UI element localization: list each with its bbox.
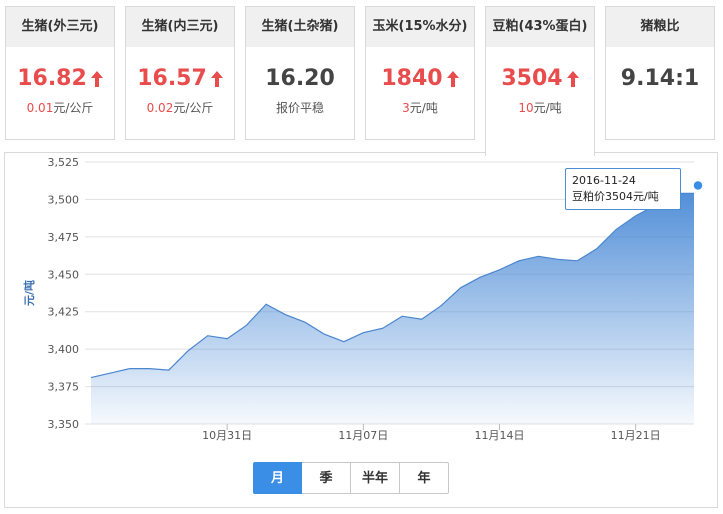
up-arrow-icon: [90, 71, 103, 87]
card-value: 1840: [381, 66, 443, 91]
change-unit: 元/公斤: [173, 101, 214, 115]
card-title: 生猪(内三元): [126, 7, 234, 47]
x-tick-label: 11月21日: [611, 429, 661, 442]
up-arrow-icon: [446, 71, 459, 87]
x-tick-label: 11月07日: [338, 429, 388, 442]
up-arrow-icon: [210, 71, 223, 87]
card-value: 16.82: [17, 66, 87, 91]
card-value: 16.20: [265, 66, 335, 91]
price-card[interactable]: 生猪(内三元) 16.57 0.02元/公斤: [125, 6, 235, 140]
card-value-row: 16.82: [6, 65, 114, 93]
price-card[interactable]: 生猪(土杂猪) 16.20 报价平稳: [245, 6, 355, 140]
y-tick-label: 3,500: [48, 193, 80, 206]
change-amount: 0.01: [26, 101, 54, 115]
card-value: 16.57: [137, 66, 207, 91]
tooltip-date: 2016-11-24: [572, 174, 636, 187]
card-value-row: 16.20: [246, 65, 354, 93]
y-tick-label: 3,475: [48, 231, 80, 244]
card-value-row: 3504: [486, 65, 594, 93]
series-area: [91, 193, 694, 424]
range-month-button[interactable]: 月: [253, 462, 302, 494]
x-tick-label: 10月31日: [202, 429, 252, 442]
range-year-button[interactable]: 年: [400, 462, 449, 494]
price-card[interactable]: 生猪(外三元) 16.82 0.01元/公斤: [5, 6, 115, 140]
card-change: 报价平稳: [246, 99, 354, 116]
y-tick-label: 3,350: [48, 418, 80, 431]
y-tick-label: 3,525: [48, 156, 80, 169]
card-title: 猪粮比: [606, 7, 714, 47]
card-value: 3504: [501, 66, 563, 91]
card-value-row: 16.57: [126, 65, 234, 93]
x-tick-label: 11月14日: [474, 429, 524, 442]
range-quarter-button[interactable]: 季: [302, 462, 351, 494]
y-tick-label: 3,400: [48, 343, 80, 356]
card-title: 生猪(外三元): [6, 7, 114, 47]
card-change: 10元/吨: [486, 99, 594, 116]
change-amount: 3: [402, 101, 410, 115]
card-value: 9.14:1: [620, 66, 700, 91]
range-halfyear-button[interactable]: 半年: [351, 462, 400, 494]
card-change: 3元/吨: [366, 99, 474, 116]
change-unit: 元/吨: [409, 101, 438, 115]
card-value-row: 9.14:1: [606, 65, 714, 93]
change-amount: 0.02: [146, 101, 174, 115]
card-title: 豆粕(43%蛋白): [486, 7, 594, 47]
y-axis-title: 元/吨: [22, 280, 36, 306]
card-change: 0.01元/公斤: [6, 99, 114, 116]
card-change: 0.02元/公斤: [126, 99, 234, 116]
change-unit: 报价平稳: [275, 101, 324, 115]
price-card[interactable]: 豆粕(43%蛋白) 3504 10元/吨: [485, 6, 595, 156]
card-title: 玉米(15%水分): [366, 7, 474, 47]
y-tick-label: 3,375: [48, 381, 80, 394]
change-unit: 元/公斤: [53, 101, 94, 115]
price-card[interactable]: 猪粮比 9.14:1: [605, 6, 715, 140]
change-unit: 元/吨: [533, 101, 562, 115]
highlight-point: [692, 179, 704, 192]
up-arrow-icon: [566, 71, 579, 87]
card-title: 生猪(土杂猪): [246, 7, 354, 47]
y-tick-label: 3,450: [48, 268, 80, 281]
y-tick-label: 3,425: [48, 306, 80, 319]
change-amount: 10: [518, 101, 534, 115]
tooltip-text: 豆粕价3504元/吨: [572, 190, 659, 203]
chart-tooltip: 2016-11-24 豆粕价3504元/吨: [565, 168, 681, 210]
range-selector: 月 季 半年 年: [253, 462, 449, 494]
price-card[interactable]: 玉米(15%水分) 1840 3元/吨: [365, 6, 475, 140]
card-value-row: 1840: [366, 65, 474, 93]
